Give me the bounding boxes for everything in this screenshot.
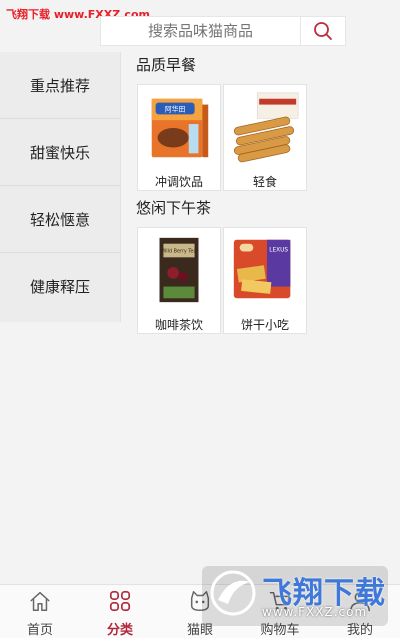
watermark-logo-icon xyxy=(210,570,256,616)
category-content: 品质早餐 阿华田 冲调饮品 轻食 悠闲下午茶 Wild Berry Tea 咖啡… xyxy=(120,52,400,334)
svg-text:阿华田: 阿华田 xyxy=(165,104,186,113)
search-bar xyxy=(100,16,346,46)
section-title-afternoon-tea: 悠闲下午茶 xyxy=(136,199,212,217)
product-card-biscuits[interactable]: LEXUS 饼干小吃 xyxy=(223,227,307,334)
nav-label: 分类 xyxy=(106,623,133,638)
svg-text:LEXUS: LEXUS xyxy=(269,247,288,253)
sidebar-item-label: 健康释压 xyxy=(29,278,90,296)
biscuit-pack-image: LEXUS xyxy=(233,239,291,299)
tea-box-image: Wild Berry Tea xyxy=(159,237,199,303)
cereal-drink-box-image: 阿华田 xyxy=(151,98,209,158)
svg-text:Wild Berry Tea: Wild Berry Tea xyxy=(162,248,197,254)
home-icon xyxy=(30,591,50,611)
product-card-light-meal[interactable]: 轻食 xyxy=(223,84,307,191)
nav-home[interactable]: 首页 xyxy=(10,585,70,638)
sidebar-item-health[interactable]: 健康释压 xyxy=(0,253,120,320)
sidebar-item-label: 甜蜜快乐 xyxy=(29,143,90,162)
sidebar-item-sweet[interactable]: 甜蜜快乐 xyxy=(0,119,120,186)
sidebar-item-relax[interactable]: 轻松惬意 xyxy=(0,186,120,253)
wafer-rolls-image xyxy=(233,92,299,163)
sidebar-item-label: 轻松惬意 xyxy=(29,210,90,229)
category-icon xyxy=(109,590,131,612)
product-grid-breakfast: 阿华田 冲调饮品 轻食 xyxy=(120,84,400,191)
nav-category[interactable]: 分类 xyxy=(90,585,150,638)
search-input[interactable] xyxy=(101,16,300,46)
section-title-breakfast: 品质早餐 xyxy=(136,56,197,74)
search-button[interactable] xyxy=(300,17,345,45)
product-label: 轻食 xyxy=(252,175,277,189)
sidebar-item-label: 重点推荐 xyxy=(29,76,90,95)
product-card-coffee-tea[interactable]: Wild Berry Tea 咖啡茶饮 xyxy=(137,227,221,334)
sidebar-item-featured[interactable]: 重点推荐 xyxy=(0,52,120,119)
product-label: 冲调饮品 xyxy=(154,175,203,189)
product-card-drinks[interactable]: 阿华田 冲调饮品 xyxy=(137,84,221,191)
category-sidebar: 重点推荐 甜蜜快乐 轻松惬意 健康释压 xyxy=(0,52,121,322)
product-label: 饼干小吃 xyxy=(240,318,289,332)
product-grid-afternoon-tea: Wild Berry Tea 咖啡茶饮 LEXUS 饼干小吃 xyxy=(120,227,400,334)
watermark-url: www.FXXZ.com xyxy=(262,605,368,619)
product-label: 咖啡茶饮 xyxy=(154,318,203,332)
nav-label: 首页 xyxy=(26,623,53,638)
search-icon xyxy=(314,22,332,40)
